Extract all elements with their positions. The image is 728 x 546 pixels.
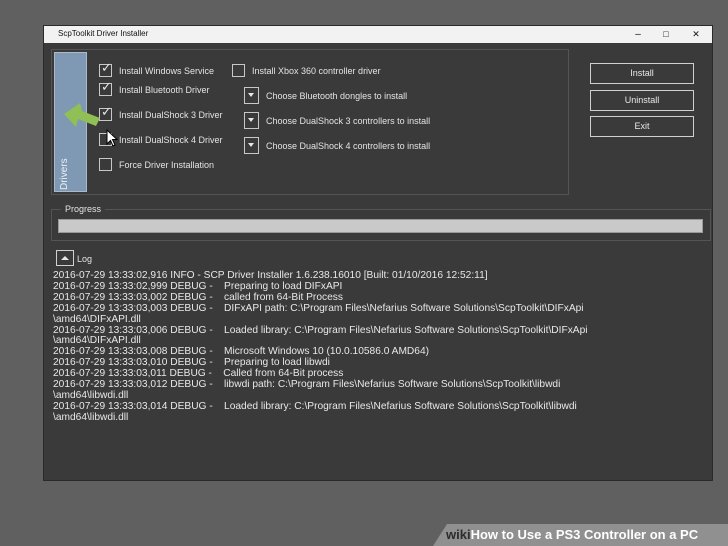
install-windows-service-label: Install Windows Service — [119, 66, 215, 76]
log-line: \amd64\libwdi.dll — [53, 411, 129, 423]
uninstall-button[interactable]: Uninstall — [590, 90, 694, 111]
bluetooth-dongles-dropdown[interactable] — [244, 87, 259, 104]
chevron-up-icon — [61, 256, 69, 260]
installer-window: ScpToolkit Driver Installer – □ ✕ Driver… — [43, 25, 713, 481]
install-bluetooth-driver-checkbox[interactable]: ✓ — [99, 80, 112, 96]
maximize-icon[interactable]: □ — [652, 26, 680, 43]
log-line: 2016-07-29 13:33:03,003 DEBUG - DIFxAPI … — [53, 302, 584, 314]
watermark-title: How to Use a PS3 Controller on a PC — [470, 527, 699, 542]
bluetooth-dongles-label: Choose Bluetooth dongles to install — [266, 91, 408, 101]
dualshock3-controllers-label: Choose DualShock 3 controllers to instal… — [266, 116, 431, 126]
chevron-down-icon — [248, 93, 254, 97]
force-driver-installation-label: Force Driver Installation — [119, 160, 215, 170]
dualshock4-controllers-label: Choose DualShock 4 controllers to instal… — [266, 141, 431, 151]
check-icon: ✓ — [101, 61, 112, 76]
dualshock3-controllers-dropdown[interactable] — [244, 112, 259, 129]
log-collapse-button[interactable] — [56, 250, 74, 266]
install-windows-service-checkbox[interactable]: ✓ — [99, 61, 112, 77]
progress-group: Progress — [51, 204, 711, 241]
title-bar[interactable]: ScpToolkit Driver Installer – □ ✕ — [44, 26, 712, 43]
progress-bar — [58, 219, 703, 233]
log-output: 2016-07-29 13:33:02,916 INFO - SCP Drive… — [53, 270, 703, 424]
dualshock4-controllers-dropdown[interactable] — [244, 137, 259, 154]
install-xbox360-driver-checkbox[interactable] — [232, 64, 245, 77]
install-bluetooth-driver-label: Install Bluetooth Driver — [119, 85, 210, 95]
log-label: Log — [77, 254, 93, 264]
drivers-group: Drivers ✓ Install Windows Service ✓ Inst… — [51, 49, 569, 195]
chevron-down-icon — [248, 143, 254, 147]
log-line: \amd64\DIFxAPI.dll — [53, 313, 141, 325]
minimize-icon[interactable]: – — [624, 26, 652, 43]
log-line: 2016-07-29 13:33:03,006 DEBUG - Loaded l… — [53, 324, 588, 336]
watermark-brand: wiki — [446, 527, 471, 542]
watermark: wikiHow to Use a PS3 Controller on a PC — [446, 527, 698, 542]
window-title: ScpToolkit Driver Installer — [58, 29, 149, 38]
force-driver-installation-checkbox[interactable] — [99, 158, 112, 171]
mouse-pointer-icon — [106, 129, 118, 147]
progress-label: Progress — [61, 204, 106, 214]
log-line: 2016-07-29 13:33:03,012 DEBUG - libwdi p… — [53, 379, 561, 391]
chevron-down-icon — [248, 118, 254, 122]
install-button[interactable]: Install — [590, 63, 694, 84]
install-dualshock3-driver-label: Install DualShock 3 Driver — [119, 110, 223, 120]
install-dualshock4-driver-label: Install DualShock 4 Driver — [119, 135, 223, 145]
log-line: 2016-07-29 13:33:03,014 DEBUG - Loaded l… — [53, 400, 577, 412]
close-icon[interactable]: ✕ — [682, 26, 710, 43]
exit-button[interactable]: Exit — [590, 116, 694, 137]
install-xbox360-driver-label: Install Xbox 360 controller driver — [252, 66, 381, 76]
drivers-tab-label: Drivers — [59, 158, 70, 190]
check-icon: ✓ — [101, 80, 112, 95]
